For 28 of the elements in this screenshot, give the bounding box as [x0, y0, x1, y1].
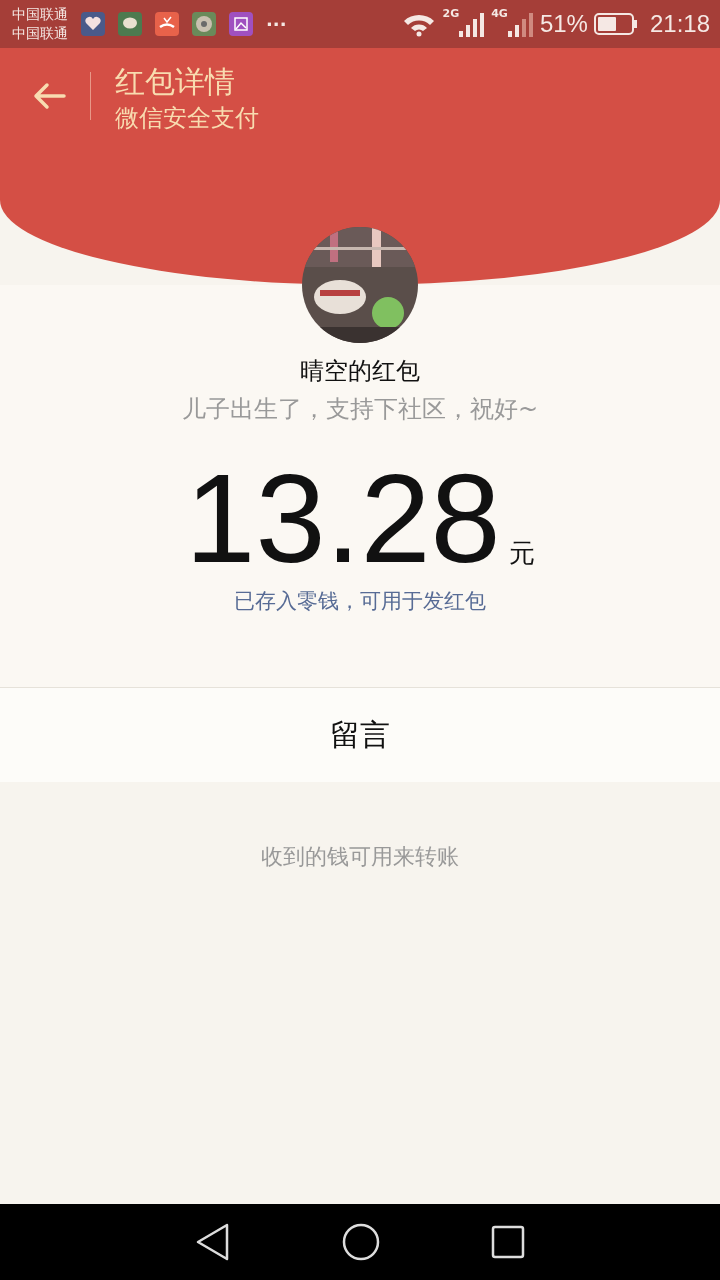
- square-icon: [490, 1225, 525, 1259]
- chat-bubble-icon: [118, 12, 142, 36]
- clock: 21:18: [649, 10, 710, 38]
- signal-icon: [459, 11, 486, 37]
- page-subtitle: 微信安全支付: [115, 103, 259, 134]
- battery-percent: 51%: [539, 10, 588, 38]
- wallet-link[interactable]: 已存入零钱，可用于发红包: [234, 587, 486, 615]
- hint-text: 收到的钱可用来转账: [261, 843, 459, 871]
- more-notifications: ···: [266, 13, 287, 35]
- phone-icon: [155, 12, 179, 36]
- reply-button[interactable]: 留言: [330, 714, 390, 756]
- carrier-name: 中国联通: [12, 24, 68, 43]
- currency-unit: 元: [508, 537, 535, 570]
- network-type: 2G: [442, 7, 460, 20]
- page-title: 红包详情: [115, 64, 236, 100]
- battery-icon: [593, 12, 638, 36]
- signal-icon: [507, 11, 534, 37]
- image-icon: [229, 12, 253, 36]
- network-type: 4G: [491, 7, 508, 20]
- greeting-message: 儿子出生了，支持下社区，祝好~: [181, 394, 539, 425]
- back-button[interactable]: [32, 82, 66, 110]
- amount-value: 13.28: [185, 459, 501, 579]
- home-nav-button[interactable]: [342, 1223, 380, 1261]
- back-arrow-icon: [32, 82, 66, 110]
- recents-nav-button[interactable]: [490, 1225, 525, 1259]
- sender-name: 晴空的红包: [300, 356, 420, 387]
- carrier-name: 中国联通: [12, 5, 68, 24]
- circle-icon: [342, 1223, 380, 1261]
